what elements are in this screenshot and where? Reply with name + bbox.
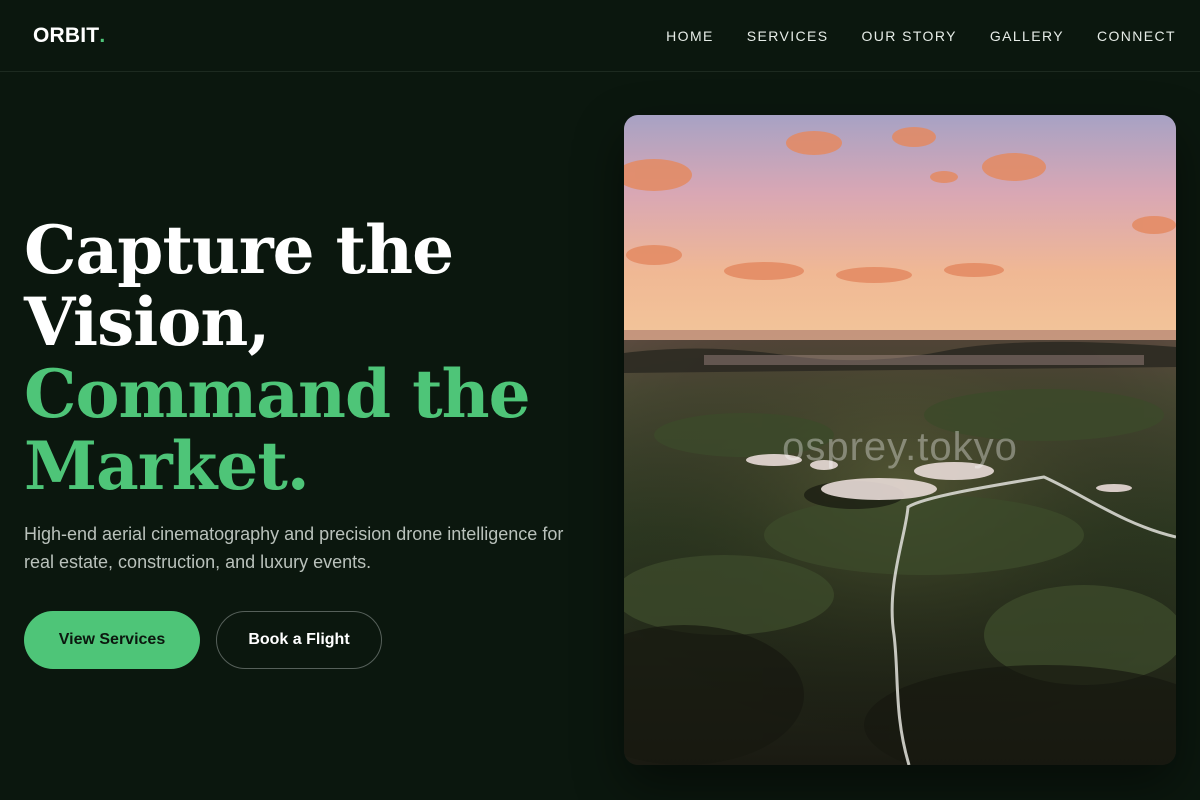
- view-services-button[interactable]: View Services: [24, 611, 200, 669]
- headline-line-4: Market.: [24, 427, 310, 505]
- hero-subtext: High-end aerial cinematography and preci…: [24, 524, 564, 572]
- main-nav: HOME SERVICES OUR STORY GALLERY CONNECT: [666, 26, 1176, 46]
- hero-buttons: View Services Book a Flight: [24, 611, 382, 669]
- brand-name: ORBIT: [33, 23, 100, 47]
- nav-services[interactable]: SERVICES: [747, 26, 829, 46]
- hero-image: osprey.tokyo: [624, 115, 1176, 765]
- nav-connect[interactable]: CONNECT: [1097, 26, 1176, 46]
- image-watermark: osprey.tokyo: [782, 425, 1018, 469]
- hero-content: Capture the Vision, Command the Market. …: [24, 214, 584, 669]
- nav-home[interactable]: HOME: [666, 26, 714, 46]
- book-flight-button[interactable]: Book a Flight: [216, 611, 382, 669]
- brand-dot: .: [99, 23, 106, 47]
- hero-headline: Capture the Vision, Command the Market.: [24, 214, 584, 502]
- nav-gallery[interactable]: GALLERY: [990, 26, 1064, 46]
- headline-line-3: Command the: [24, 355, 531, 433]
- site-header: ORBIT. HOME SERVICES OUR STORY GALLERY C…: [0, 0, 1200, 72]
- brand-logo[interactable]: ORBIT.: [33, 24, 105, 48]
- nav-our-story[interactable]: OUR STORY: [862, 26, 957, 46]
- headline-line-1: Capture the: [24, 211, 454, 289]
- page: ORBIT. HOME SERVICES OUR STORY GALLERY C…: [0, 0, 1200, 800]
- headline-line-2: Vision,: [24, 283, 270, 361]
